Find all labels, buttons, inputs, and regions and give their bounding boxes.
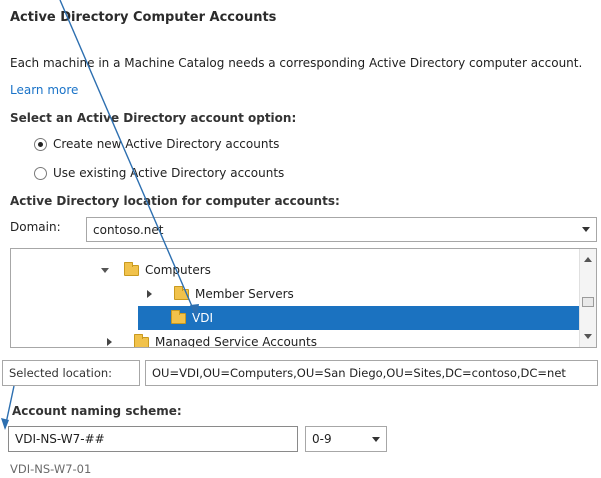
scroll-up-arrow-icon[interactable] xyxy=(584,257,592,262)
radio-create-new[interactable]: Create new Active Directory accounts xyxy=(34,137,279,151)
domain-label: Domain: xyxy=(10,220,61,234)
folder-icon xyxy=(174,285,189,300)
naming-preview: VDI-NS-W7-01 xyxy=(10,462,92,476)
chevron-down-icon xyxy=(582,227,590,232)
tree-node-label: Member Servers xyxy=(195,287,294,301)
radio-use-existing[interactable]: Use existing Active Directory accounts xyxy=(34,166,284,180)
domain-dropdown-value: contoso.net xyxy=(93,222,164,237)
selected-location-value: OU=VDI,OU=Computers,OU=San Diego,OU=Site… xyxy=(145,360,598,386)
chevron-down-icon xyxy=(372,436,380,442)
naming-format-value: 0-9 xyxy=(312,432,332,446)
naming-format-dropdown[interactable]: 0-9 xyxy=(305,426,387,452)
naming-scheme-input[interactable]: VDI-NS-W7-## xyxy=(8,426,298,452)
folder-icon xyxy=(124,261,139,276)
scroll-down-arrow-icon[interactable] xyxy=(584,334,592,339)
learn-more-link[interactable]: Learn more xyxy=(10,83,78,97)
tree-node-label: Computers xyxy=(145,263,211,277)
domain-dropdown[interactable]: contoso.net xyxy=(86,217,597,242)
tree-node-vdi[interactable]: VDI xyxy=(171,307,213,329)
tree-node-managed-service-accounts[interactable]: Managed Service Accounts xyxy=(107,331,317,348)
page-description: Each machine in a Machine Catalog needs … xyxy=(10,56,583,70)
naming-scheme-label: Account naming scheme: xyxy=(12,404,182,418)
radio-create-new-label: Create new Active Directory accounts xyxy=(53,137,280,151)
selected-location-label: Selected location: xyxy=(2,360,140,386)
tree-node-member-servers[interactable]: Member Servers xyxy=(147,283,294,305)
tree-scrollbar[interactable] xyxy=(579,249,596,347)
account-option-label: Select an Active Directory account optio… xyxy=(10,111,297,125)
expand-closed-icon[interactable] xyxy=(147,290,152,298)
tree-node-label: VDI xyxy=(192,311,213,325)
expand-closed-icon[interactable] xyxy=(107,338,112,346)
radio-button[interactable] xyxy=(34,137,47,151)
folder-icon xyxy=(171,309,186,324)
expand-open-icon[interactable] xyxy=(101,267,109,273)
radio-use-existing-label: Use existing Active Directory accounts xyxy=(53,166,285,180)
tree-node-computers[interactable]: Computers xyxy=(101,259,211,281)
folder-icon xyxy=(134,333,149,347)
radio-button[interactable] xyxy=(34,166,47,180)
tree-node-label: Managed Service Accounts xyxy=(155,335,317,348)
location-label: Active Directory location for computer a… xyxy=(10,194,340,208)
ou-tree[interactable]: Computers Member Servers VDI Managed Ser… xyxy=(10,248,597,348)
scroll-thumb[interactable] xyxy=(582,297,594,307)
page-title: Active Directory Computer Accounts xyxy=(10,10,277,25)
